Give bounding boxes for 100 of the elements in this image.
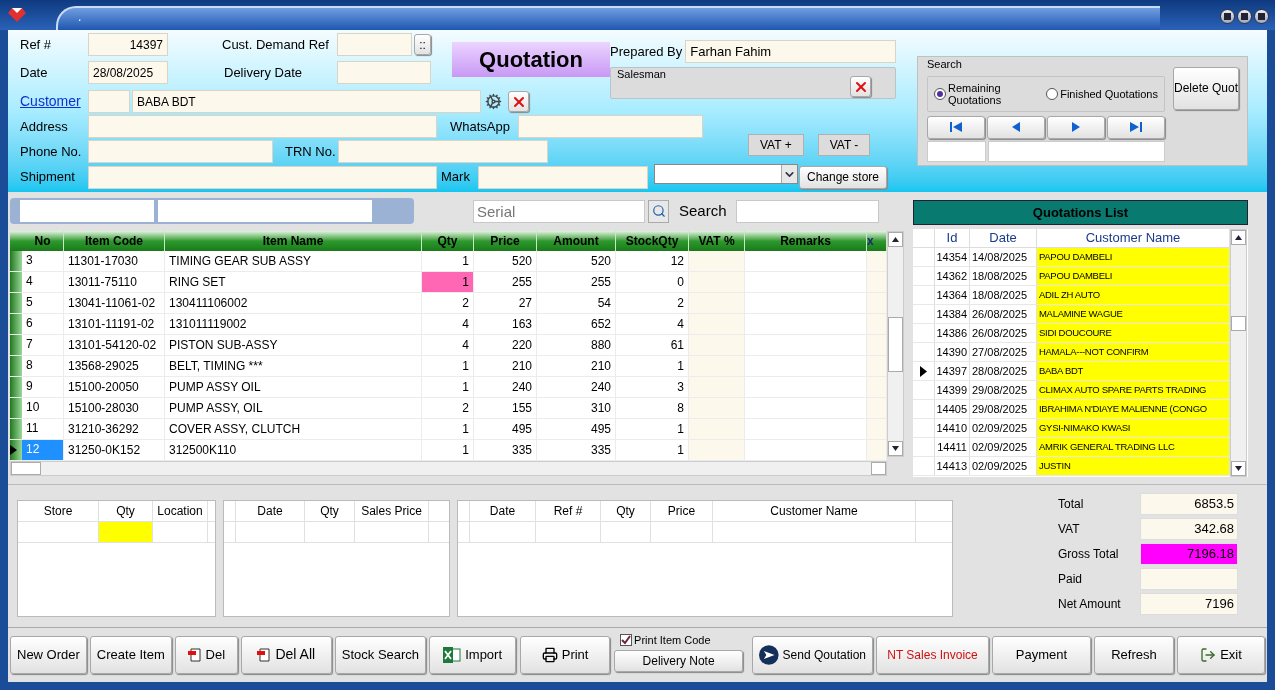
action-button[interactable]: Payment bbox=[992, 635, 1091, 674]
clear-button[interactable] bbox=[850, 76, 871, 97]
spreadsheet-icon bbox=[443, 646, 462, 663]
excel-button[interactable]: Import bbox=[429, 635, 517, 674]
table-cell: AMRIK GENERAL TRADING LLC bbox=[1037, 438, 1230, 456]
customer-link[interactable]: Customer bbox=[20, 91, 88, 112]
maximize-button[interactable] bbox=[1237, 9, 1252, 24]
radio-option[interactable]: Finished Quotations bbox=[1046, 87, 1158, 100]
table-cell: COVER ASSY, CLUTCH bbox=[165, 419, 422, 439]
scrollbar[interactable] bbox=[887, 231, 904, 457]
search-field[interactable] bbox=[735, 199, 879, 223]
row-pointer-icon bbox=[10, 445, 17, 455]
ref-field[interactable]: 14397 bbox=[88, 33, 168, 56]
text-field[interactable] bbox=[927, 140, 986, 162]
scroll-down-icon[interactable] bbox=[892, 446, 899, 451]
browse-button[interactable]: :: bbox=[414, 34, 431, 55]
text-field[interactable] bbox=[158, 200, 372, 222]
date-field[interactable]: 28/08/2025 bbox=[88, 61, 168, 84]
minimize-button[interactable] bbox=[1220, 9, 1235, 24]
scroll-up-icon[interactable] bbox=[1235, 235, 1242, 240]
prepared-by-field[interactable]: Farhan Fahim bbox=[685, 40, 897, 63]
gear-icon[interactable] bbox=[485, 93, 502, 110]
delete-button[interactable]: Del All bbox=[240, 635, 332, 674]
delivery-date-field[interactable] bbox=[337, 61, 431, 84]
navigation-button[interactable] bbox=[1047, 115, 1105, 139]
scroll-down-icon[interactable] bbox=[1235, 466, 1242, 471]
scroll-thumb[interactable] bbox=[1231, 315, 1246, 331]
delete-button[interactable]: Delete Quot bbox=[1173, 66, 1239, 110]
column-header: Location bbox=[153, 501, 208, 521]
radio-button[interactable] bbox=[1046, 87, 1059, 100]
customer-name-field[interactable]: BABA BDT bbox=[132, 90, 481, 113]
customer-code-field[interactable] bbox=[88, 90, 130, 113]
send-button[interactable]: Send Qoutation bbox=[752, 635, 873, 674]
scroll-up-icon[interactable] bbox=[892, 237, 899, 242]
table-cell: 495 bbox=[474, 419, 537, 439]
table-cell: 13041-11061-02 bbox=[64, 293, 165, 313]
field-label: Cust. Demand Ref bbox=[222, 35, 330, 54]
table-cell: 2 bbox=[422, 293, 474, 313]
table-cell: 520 bbox=[474, 251, 537, 271]
exit-button[interactable]: Exit bbox=[1177, 635, 1265, 674]
radio-option[interactable]: Remaining Quotations bbox=[934, 81, 1018, 106]
phone-field[interactable] bbox=[88, 140, 273, 163]
serial-field[interactable]: Serial bbox=[473, 199, 645, 223]
row-marker[interactable] bbox=[10, 335, 22, 355]
table-cell: PAPOU DAMBELI bbox=[1037, 267, 1230, 285]
table-cell: 13568-29025 bbox=[64, 356, 165, 376]
column-header: Id bbox=[935, 229, 970, 247]
address-field[interactable] bbox=[88, 115, 437, 138]
radio-button[interactable] bbox=[934, 87, 946, 100]
demand-ref-field[interactable] bbox=[337, 33, 412, 56]
table-cell: 210 bbox=[537, 356, 616, 376]
row-marker[interactable] bbox=[10, 293, 22, 313]
table-cell: 14399 bbox=[935, 381, 970, 399]
table-cell: 14411 bbox=[935, 438, 970, 456]
row-marker[interactable] bbox=[10, 440, 22, 460]
table-cell: 7 bbox=[22, 335, 64, 355]
delete-button[interactable]: Del bbox=[174, 635, 238, 674]
table-cell: JUSTIN bbox=[1037, 457, 1230, 475]
table-cell: 1 bbox=[422, 251, 474, 271]
delivery-note-button[interactable]: Delivery Note bbox=[614, 649, 744, 672]
column-header: Date bbox=[470, 501, 536, 521]
shipment-field[interactable] bbox=[88, 165, 437, 189]
action-button[interactable]: Refresh bbox=[1094, 635, 1174, 674]
column-header: No bbox=[22, 231, 64, 251]
checkbox[interactable] bbox=[620, 634, 633, 647]
row-marker[interactable] bbox=[10, 398, 22, 418]
row-marker[interactable] bbox=[10, 356, 22, 376]
row-marker[interactable] bbox=[10, 272, 22, 292]
action-button[interactable]: New Order bbox=[10, 635, 87, 674]
navigation-button[interactable] bbox=[927, 115, 985, 139]
scroll-thumb[interactable] bbox=[888, 316, 903, 372]
table-cell: 495 bbox=[537, 419, 616, 439]
whatsapp-field[interactable] bbox=[518, 115, 703, 138]
close-button[interactable] bbox=[1254, 9, 1269, 24]
row-marker[interactable] bbox=[10, 377, 22, 397]
navigation-button[interactable] bbox=[1107, 115, 1165, 139]
text-field[interactable] bbox=[988, 140, 1165, 162]
horizontal-scrollbar[interactable] bbox=[10, 461, 887, 476]
scrollbar[interactable] bbox=[1230, 229, 1247, 477]
navigation-button[interactable] bbox=[987, 115, 1045, 139]
clear-button[interactable] bbox=[508, 91, 529, 112]
alert-button[interactable]: NT Sales Invoice bbox=[876, 635, 989, 674]
table-cell: GYSI-NIMAKO KWASI bbox=[1037, 419, 1230, 437]
trn-field[interactable] bbox=[338, 140, 548, 163]
row-marker[interactable] bbox=[10, 314, 22, 334]
store-dropdown[interactable] bbox=[654, 164, 798, 184]
table-cell: 27 bbox=[474, 293, 537, 313]
action-button[interactable]: Stock Search bbox=[334, 635, 427, 674]
table-cell: 54 bbox=[537, 293, 616, 313]
action-button[interactable]: Create Item bbox=[89, 635, 172, 674]
vat-button[interactable]: VAT - bbox=[817, 133, 871, 156]
row-marker[interactable] bbox=[10, 251, 22, 271]
row-marker[interactable] bbox=[10, 419, 22, 439]
vat-button[interactable]: VAT + bbox=[748, 133, 804, 156]
text-field[interactable] bbox=[20, 200, 154, 222]
send-icon bbox=[759, 642, 779, 667]
search-button[interactable] bbox=[648, 199, 669, 223]
change-store-button[interactable]: Change store bbox=[799, 165, 887, 189]
mark-field[interactable] bbox=[478, 165, 648, 189]
print-button[interactable]: Print bbox=[520, 635, 611, 674]
